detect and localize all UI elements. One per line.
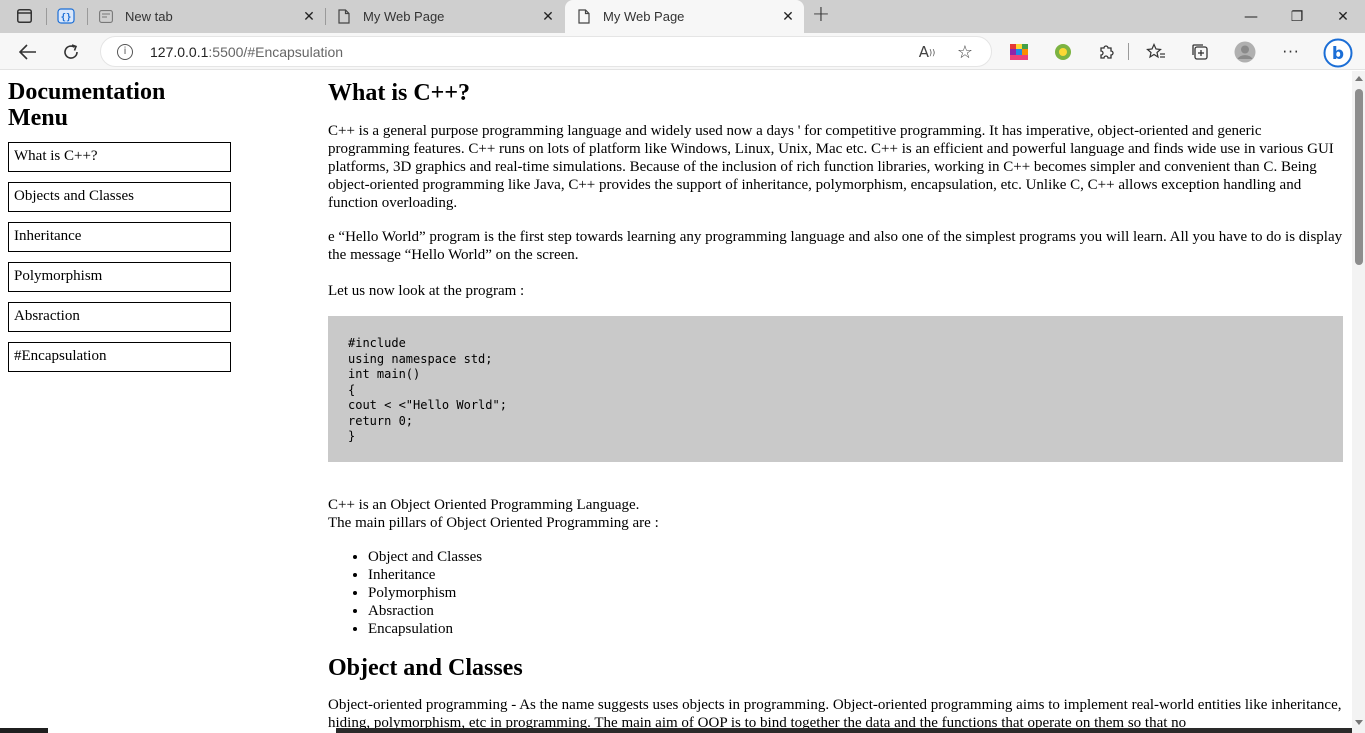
nav-link-what-is-cpp[interactable]: What is C++? [8, 142, 231, 172]
nav-link-objects-and-classes[interactable]: Objects and Classes [8, 182, 231, 212]
page-scrollbar[interactable] [1352, 71, 1365, 733]
more-options-icon[interactable]: ··· [1280, 41, 1302, 63]
hello-world-paragraph: e “Hello World” program is the first ste… [328, 229, 1343, 263]
close-window-button[interactable]: ✕ [1320, 0, 1365, 33]
documentation-menu: Documentation Menu What is C++? Objects … [8, 71, 231, 372]
scroll-up-arrow-icon[interactable] [1355, 76, 1363, 81]
page-icon [337, 9, 351, 25]
profile-avatar[interactable] [1234, 41, 1256, 63]
bing-copilot-icon[interactable]: b [1323, 38, 1353, 68]
restore-button[interactable]: ❐ [1274, 0, 1320, 33]
url-text[interactable]: 127.0.0.1:5500/#Encapsulation [150, 44, 343, 60]
site-info-icon[interactable]: i [117, 43, 133, 60]
browser-toolbar: i 127.0.0.1:5500/#Encapsulation A)) ☆ ··… [0, 33, 1365, 70]
page-icon [577, 9, 591, 25]
nav-link-inheritance[interactable]: Inheritance [8, 222, 231, 252]
tab-title: My Web Page [603, 9, 685, 24]
close-tab-icon[interactable]: ✕ [299, 9, 319, 25]
extension-circle-icon[interactable] [1052, 41, 1074, 63]
oop-line: C++ is an Object Oriented Programming La… [328, 496, 659, 531]
nav-link-encapsulation[interactable]: #Encapsulation [8, 342, 231, 372]
list-item: Object and Classes [368, 548, 1343, 566]
close-tab-icon[interactable]: ✕ [538, 9, 558, 25]
extension-color-icon[interactable] [1008, 41, 1030, 63]
nav-link-polymorphism[interactable]: Polymorphism [8, 262, 231, 292]
svg-text:b: b [1332, 44, 1344, 64]
extensions-puzzle-icon[interactable] [1096, 41, 1118, 63]
tab-title: My Web Page [363, 9, 445, 24]
web-page: Documentation Menu What is C++? Objects … [0, 71, 1352, 733]
tab-title: New tab [125, 9, 173, 24]
taskbar-edge [336, 728, 1352, 733]
list-item: Absraction [368, 602, 1343, 620]
taskbar-edge [0, 728, 48, 733]
new-tab-button[interactable]: + [810, 2, 832, 27]
read-aloud-icon[interactable]: A)) [917, 42, 937, 62]
main-content: What is C++? C++ is a general purpose pr… [328, 71, 1343, 732]
collections-icon[interactable] [1189, 41, 1211, 63]
list-item: Inheritance [368, 566, 1343, 584]
intro-paragraph: C++ is a general purpose programming lan… [328, 123, 1334, 211]
address-bar[interactable]: i 127.0.0.1:5500/#Encapsulation A)) ☆ [100, 36, 992, 67]
tab-my-web-page[interactable]: My Web Page ✕ [325, 0, 564, 33]
favorite-star-icon[interactable]: ☆ [955, 42, 975, 63]
nav-link-abstraction[interactable]: Absraction [8, 302, 231, 332]
tab-new-tab[interactable]: New tab ✕ [87, 0, 325, 33]
list-item: Encapsulation [368, 620, 1343, 638]
section-title-object-and-classes: Object and Classes [328, 654, 523, 681]
tab-my-web-page-active[interactable]: My Web Page ✕ [565, 0, 804, 33]
favorites-icon[interactable] [1145, 41, 1167, 63]
svg-text:{}: {} [61, 13, 72, 23]
pillars-list: Object and Classes Inheritance Polymorph… [328, 548, 1343, 638]
menu-title: Documentation Menu [8, 79, 166, 131]
back-button[interactable] [14, 38, 42, 66]
scroll-down-arrow-icon[interactable] [1355, 720, 1363, 725]
code-block: #include using namespace std; int main()… [328, 316, 1343, 462]
refresh-button[interactable] [57, 38, 85, 66]
workspaces-icon[interactable]: {} [55, 6, 77, 26]
minimize-button[interactable]: — [1228, 0, 1274, 33]
list-item: Polymorphism [368, 584, 1343, 602]
scroll-thumb[interactable] [1355, 89, 1363, 265]
close-tab-icon[interactable]: ✕ [778, 9, 798, 25]
tab-bar: {} New tab ✕ My Web Page ✕ My Web Page ✕… [0, 0, 1365, 33]
section-title-what-is-cpp: What is C++? [328, 80, 471, 106]
oop-definition-paragraph: Object-oriented programming - As the nam… [328, 696, 1342, 731]
toolbar-separator [1128, 43, 1129, 60]
tab-separator [46, 8, 47, 25]
program-intro-paragraph: Let us now look at the program : [328, 283, 525, 299]
new-tab-page-icon [99, 9, 113, 25]
tab-actions-icon[interactable] [13, 6, 35, 26]
